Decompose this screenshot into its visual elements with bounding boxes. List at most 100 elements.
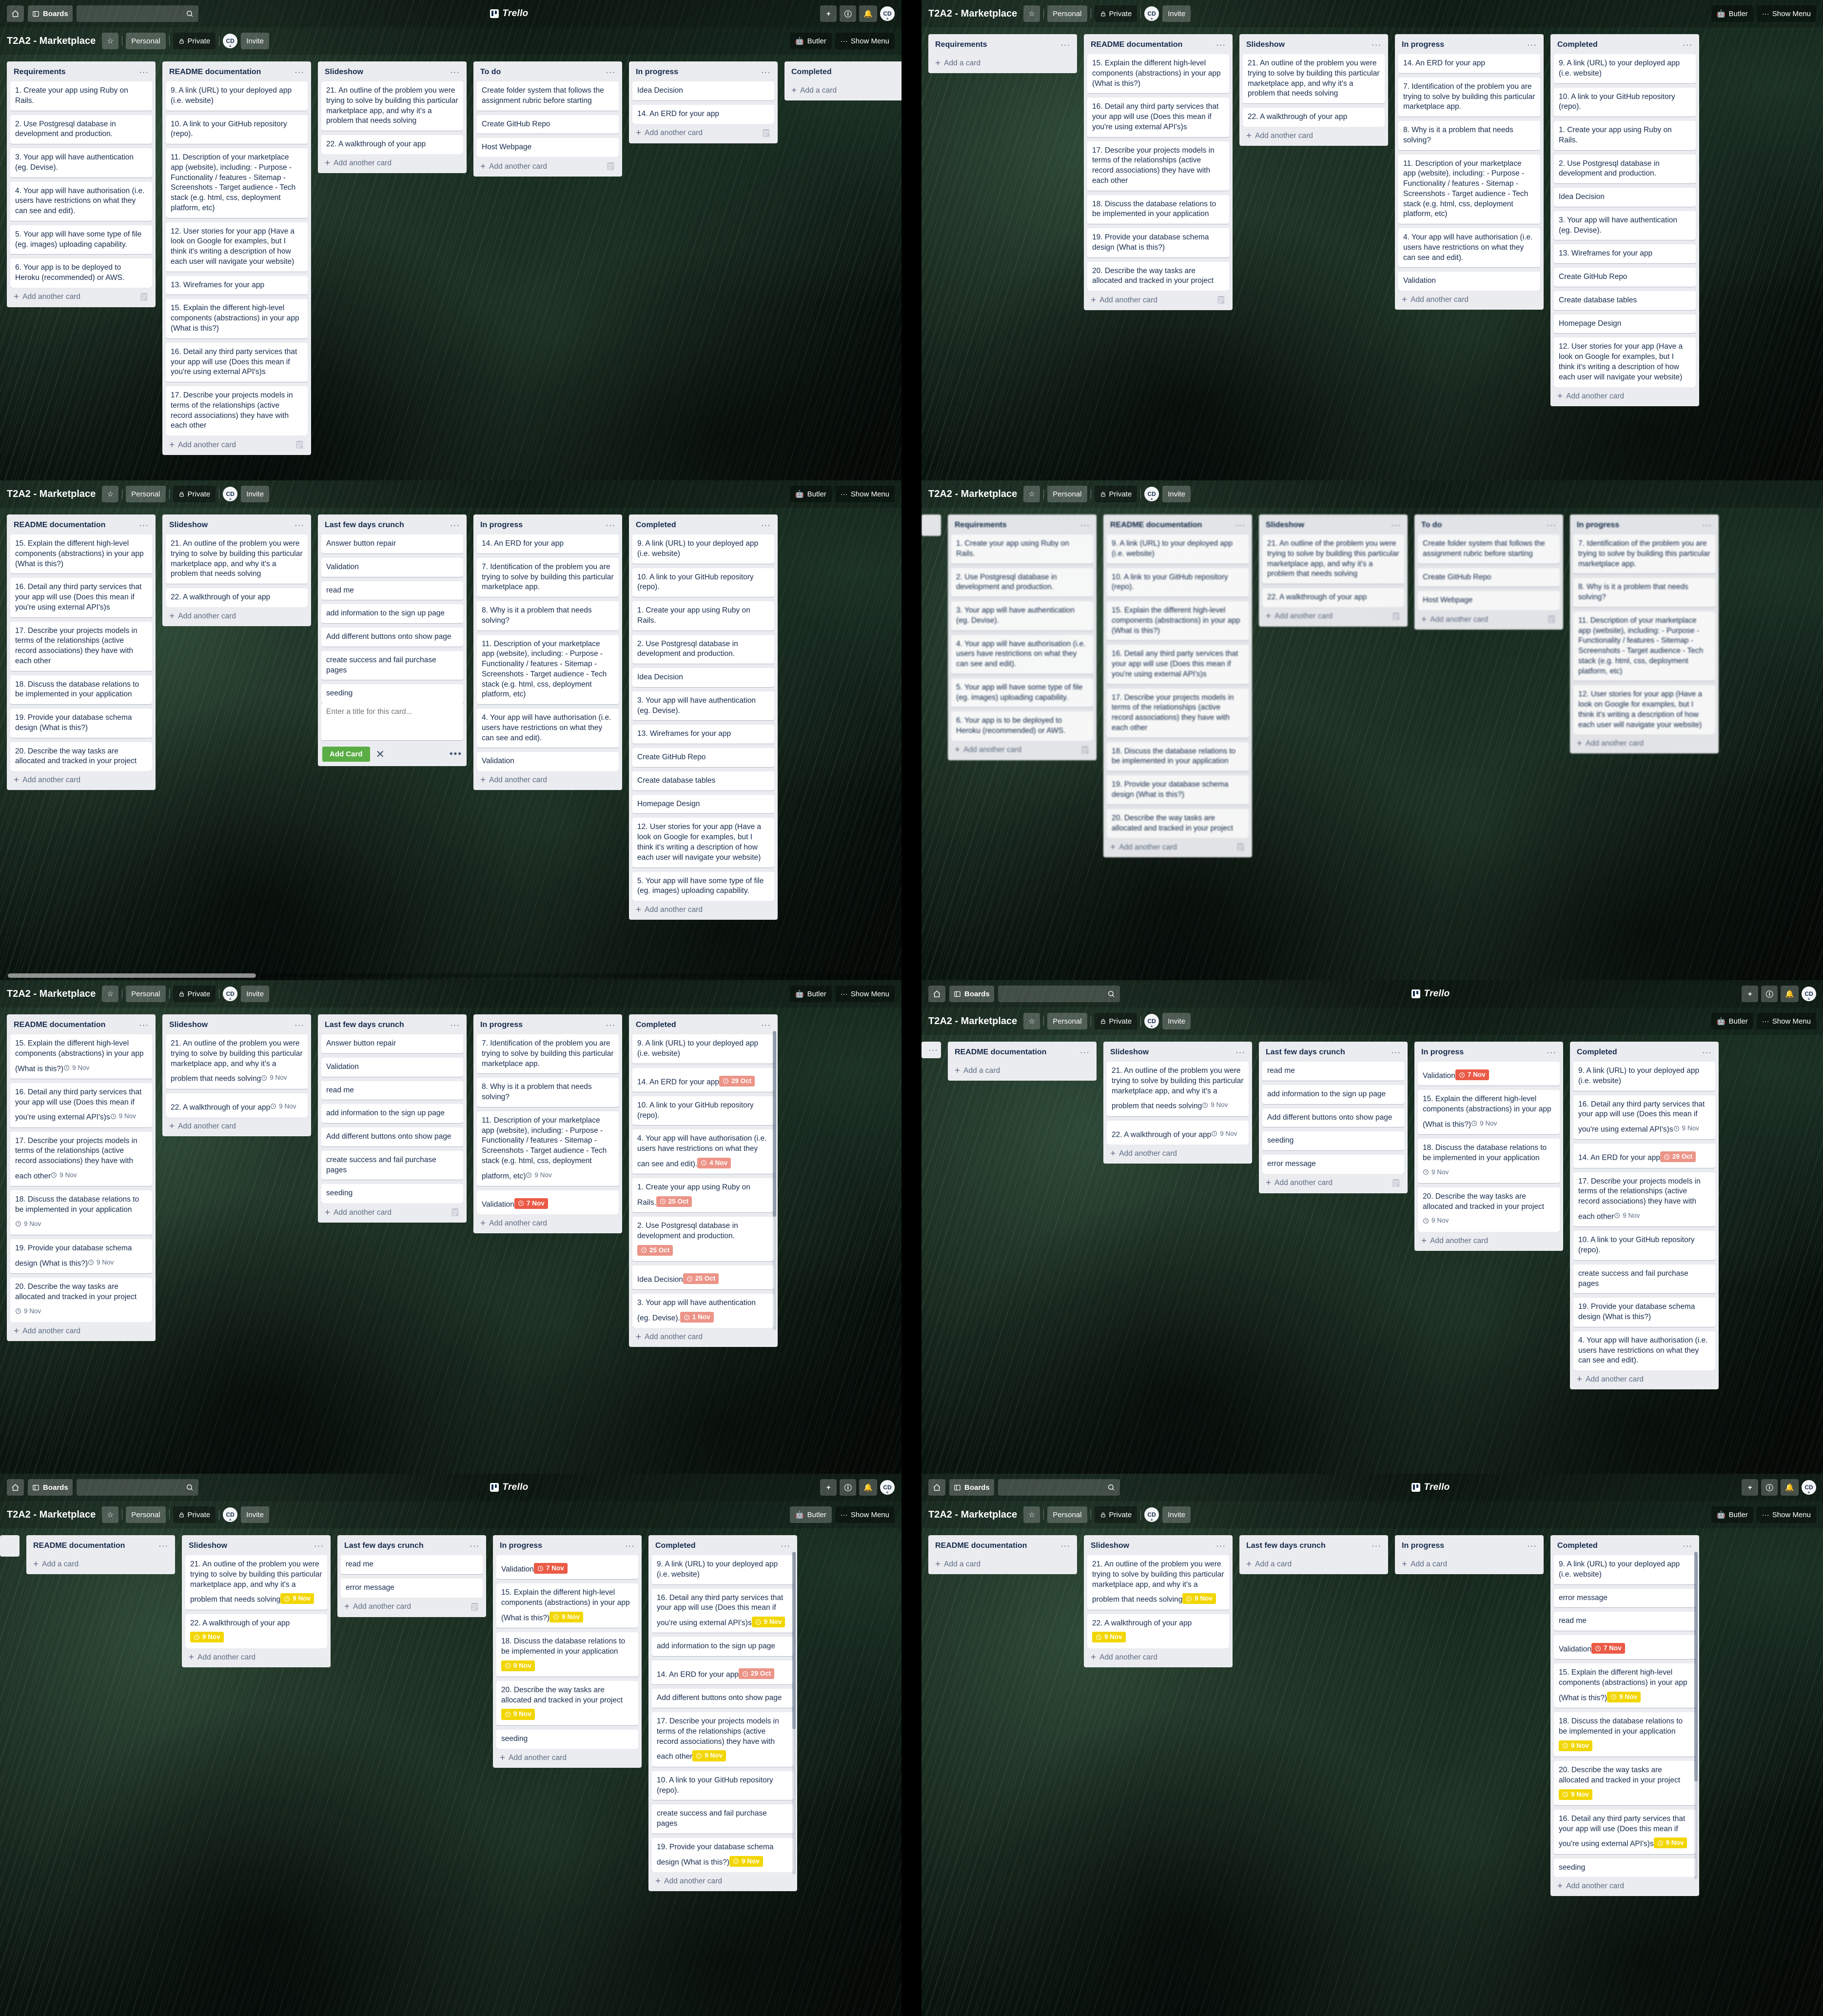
card[interactable]: 2. Use Postgresql database in developmen…	[632, 1217, 774, 1262]
invite-button[interactable]: Invite	[241, 986, 270, 1002]
list-menu-icon[interactable]: ···	[1216, 40, 1226, 49]
card[interactable]: 3. Your app will have authentication (eg…	[10, 148, 152, 178]
card-template-icon[interactable]: 🗒	[606, 162, 615, 171]
list-menu-icon[interactable]: ···	[139, 1021, 149, 1029]
card[interactable]: 20. Describe the way tasks are allocated…	[1107, 809, 1249, 838]
card[interactable]: 21. An outline of the problem you were t…	[1087, 1555, 1229, 1610]
list-menu-icon[interactable]: ···	[158, 1542, 168, 1550]
card[interactable]: add information to the sign up page	[321, 1104, 463, 1124]
card[interactable]: 14. An ERD for your app 29 Oct	[1573, 1144, 1715, 1168]
card[interactable]: 18. Discuss the database relations to be…	[10, 675, 152, 705]
card[interactable]: 9. A link (URL) to your deployed app (i.…	[1554, 1555, 1696, 1584]
card[interactable]: 22. A walkthrough of your app	[1243, 108, 1385, 127]
butler-button[interactable]: 🤖 Butler	[1711, 1506, 1753, 1523]
card-template-icon[interactable]: 🗒	[1235, 843, 1245, 852]
card[interactable]: 2. Use Postgresql database in developmen…	[10, 115, 152, 144]
card[interactable]: 22. A walkthrough of your app 9 Nov	[166, 1093, 308, 1117]
card[interactable]: Validation	[321, 1057, 463, 1077]
add-another-card-button[interactable]: + Add another card	[321, 154, 463, 172]
show-menu-button[interactable]: ··· Show Menu	[1756, 5, 1816, 22]
card[interactable]: Create folder system that follows the as…	[477, 81, 619, 111]
card[interactable]: 9. A link (URL) to your deployed app (i.…	[632, 1034, 774, 1064]
list-menu-icon[interactable]: ···	[928, 1046, 938, 1054]
list-scrollbar[interactable]	[773, 1031, 776, 1331]
due-date-badge[interactable]: 9 Nov	[88, 1257, 117, 1268]
card[interactable]: 14. An ERD for your app	[632, 104, 774, 124]
list-menu-icon[interactable]: ···	[1235, 521, 1245, 529]
card[interactable]: 17. Describe your projects models in ter…	[1087, 141, 1229, 191]
board-member-avatar[interactable]: CD ▲	[223, 34, 238, 48]
due-date-badge[interactable]: 7 Nov	[514, 1198, 548, 1209]
list-menu-icon[interactable]: ···	[1391, 521, 1401, 529]
card[interactable]: 2. Use Postgresql database in developmen…	[1554, 154, 1696, 184]
team-visibility-button[interactable]: Personal	[1047, 1013, 1087, 1029]
due-date-badge[interactable]: 9 Nov	[526, 1170, 555, 1181]
card[interactable]: Validation 7 Nov	[477, 1190, 619, 1215]
card[interactable]: 22. A walkthrough of your app	[321, 135, 463, 154]
card[interactable]: error message	[341, 1578, 483, 1598]
card[interactable]: 7. Identification of the problem you are…	[477, 1034, 619, 1074]
card[interactable]: 17. Describe your projects models in ter…	[166, 386, 308, 436]
add-another-card-button[interactable]: + Add another card	[1107, 1145, 1249, 1162]
search-input[interactable]	[998, 986, 1120, 1002]
info-icon[interactable]: ⓘ	[840, 5, 857, 22]
card[interactable]: 18. Discuss the database relations to be…	[1554, 1712, 1696, 1757]
due-date-badge[interactable]: 7 Nov	[1591, 1643, 1625, 1654]
team-visibility-button[interactable]: Personal	[126, 1506, 166, 1523]
list-menu-icon[interactable]: ···	[761, 521, 771, 529]
due-date-badge[interactable]: 9 Nov	[692, 1750, 726, 1761]
card[interactable]: Create GitHub Repo	[1418, 568, 1560, 587]
due-date-badge[interactable]: 9 Nov	[1673, 1123, 1703, 1134]
due-date-badge[interactable]: 9 Nov	[1423, 1167, 1452, 1178]
card[interactable]: 16. Detail any third party services that…	[1554, 1809, 1696, 1854]
close-icon[interactable]: ✕	[376, 749, 385, 759]
visibility-button[interactable]: Private	[173, 486, 216, 502]
card-template-icon[interactable]: 🗒	[294, 440, 304, 450]
visibility-button[interactable]: Private	[1094, 486, 1137, 502]
card[interactable]: 16. Detail any third party services that…	[652, 1588, 794, 1633]
card[interactable]: 15. Explain the different high-level com…	[10, 1034, 152, 1079]
butler-button[interactable]: 🤖 Butler	[789, 1506, 832, 1523]
card[interactable]: 20. Describe the way tasks are allocated…	[1418, 1187, 1560, 1232]
visibility-button[interactable]: Private	[173, 986, 216, 1002]
due-date-badge[interactable]: 1 Nov	[680, 1312, 714, 1323]
card[interactable]: 21. An outline of the problem you were t…	[166, 534, 308, 584]
card[interactable]: read me	[341, 1555, 483, 1574]
card[interactable]: 11. Description of your marketplace app …	[1573, 611, 1715, 681]
avatar[interactable]: CD ▲	[880, 1480, 895, 1495]
card[interactable]: Create GitHub Repo	[477, 115, 619, 134]
card[interactable]: 15. Explain the different high-level com…	[1087, 54, 1229, 94]
due-date-badge[interactable]: 7 Nov	[533, 1563, 568, 1574]
card[interactable]: 2. Use Postgresql database in developmen…	[951, 568, 1093, 597]
add-another-card-button[interactable]: + Add another card	[477, 771, 619, 789]
add-another-card-button[interactable]: + Add another card	[632, 901, 774, 918]
card[interactable]: 9. A link (URL) to your deployed app (i.…	[652, 1555, 794, 1584]
invite-button[interactable]: Invite	[241, 486, 270, 502]
star-icon[interactable]: ☆	[102, 33, 119, 49]
card[interactable]: 22. A walkthrough of your app	[1262, 588, 1404, 607]
star-icon[interactable]: ☆	[102, 1506, 119, 1523]
star-icon[interactable]: ☆	[102, 986, 119, 1002]
card[interactable]: 9. A link (URL) to your deployed app (i.…	[1107, 534, 1249, 564]
card[interactable]: add information to the sign up page	[321, 604, 463, 624]
card-template-icon[interactable]: 🗒	[1216, 296, 1226, 305]
card[interactable]: 8. Why is it a problem that needs solvin…	[1398, 121, 1540, 150]
card[interactable]: 3. Your app will have authentication (eg…	[632, 691, 774, 721]
due-date-badge[interactable]: 25 Oct	[656, 1196, 692, 1207]
card[interactable]: 10. A link to your GitHub repository (re…	[1573, 1231, 1715, 1260]
card[interactable]: read me	[321, 1081, 463, 1100]
add-another-card-button[interactable]: + Add another card	[496, 1749, 638, 1766]
card-template-icon[interactable]: 🗒	[1547, 615, 1556, 624]
home-icon[interactable]	[7, 5, 24, 22]
card[interactable]: seeding	[1554, 1858, 1696, 1878]
due-date-badge[interactable]: 29 Oct	[1660, 1151, 1696, 1163]
show-menu-button[interactable]: ··· Show Menu	[835, 1506, 895, 1523]
card[interactable]: 4. Your app will have authorisation (i.e…	[1573, 1331, 1715, 1371]
card[interactable]: Validation 7 Nov	[496, 1555, 638, 1580]
list-menu-icon[interactable]: ···	[1683, 1542, 1692, 1550]
card[interactable]: 10. A link to your GitHub repository (re…	[166, 115, 308, 144]
add-another-card-button[interactable]: + Add another card 🗒	[632, 124, 774, 142]
list-scrollbar[interactable]	[1694, 1552, 1698, 1880]
add-a-card-button[interactable]: + Add a card	[30, 1555, 172, 1573]
add-another-card-button[interactable]: + Add another card	[1554, 1877, 1696, 1895]
